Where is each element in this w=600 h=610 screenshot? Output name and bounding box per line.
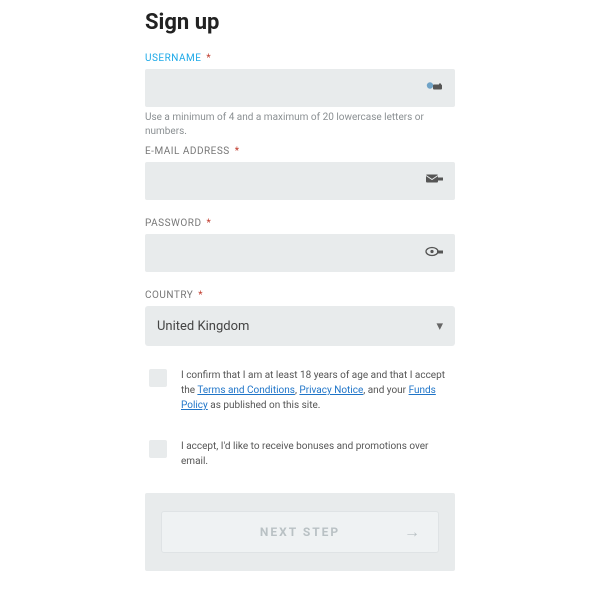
password-label: PASSWORD *: [145, 218, 455, 229]
terms-checkbox[interactable]: [149, 369, 167, 387]
username-hint: Use a minimum of 4 and a maximum of 20 l…: [145, 111, 455, 138]
username-label-text: USERNAME: [145, 53, 201, 64]
next-step-label: NEXT STEP: [260, 525, 340, 539]
promo-checkbox[interactable]: [149, 440, 167, 458]
email-label-text: E-MAIL ADDRESS: [145, 146, 230, 157]
email-label: E-MAIL ADDRESS *: [145, 146, 455, 157]
email-input[interactable]: [145, 162, 455, 200]
next-step-button[interactable]: NEXT STEP →: [161, 511, 439, 553]
username-field: [145, 69, 455, 107]
required-mark: *: [207, 218, 212, 229]
signup-form: Sign up USERNAME * Use a minimum of 4 an…: [145, 10, 455, 571]
envelope-key-icon: [425, 172, 445, 191]
promo-row: I accept, I'd like to receive bonuses an…: [145, 439, 455, 469]
password-label-text: PASSWORD: [145, 218, 202, 229]
terms-text: I confirm that I am at least 18 years of…: [181, 368, 451, 413]
email-field: [145, 162, 455, 200]
required-mark: *: [198, 290, 203, 301]
user-key-icon: [425, 79, 445, 98]
arrow-right-icon: →: [404, 522, 422, 542]
eye-key-icon: [425, 244, 445, 263]
country-label-text: COUNTRY: [145, 290, 193, 301]
password-input[interactable]: [145, 234, 455, 272]
sep2: , and your: [363, 385, 408, 396]
required-mark: *: [235, 146, 240, 157]
caret-down-icon: ▾: [436, 319, 443, 334]
promo-text: I accept, I'd like to receive bonuses an…: [181, 439, 451, 469]
terms-post: as published on this site.: [208, 400, 321, 411]
username-label: USERNAME *: [145, 53, 455, 64]
username-input[interactable]: [145, 69, 455, 107]
required-mark: *: [206, 53, 211, 64]
page-title: Sign up: [145, 10, 455, 35]
terms-row: I confirm that I am at least 18 years of…: [145, 368, 455, 413]
country-select[interactable]: United Kingdom ▾: [145, 306, 455, 346]
country-label: COUNTRY *: [145, 290, 455, 301]
country-value: United Kingdom: [157, 319, 249, 334]
terms-link[interactable]: Terms and Conditions: [197, 385, 295, 396]
button-container: NEXT STEP →: [145, 493, 455, 571]
password-field: [145, 234, 455, 272]
privacy-link[interactable]: Privacy Notice: [299, 385, 363, 396]
